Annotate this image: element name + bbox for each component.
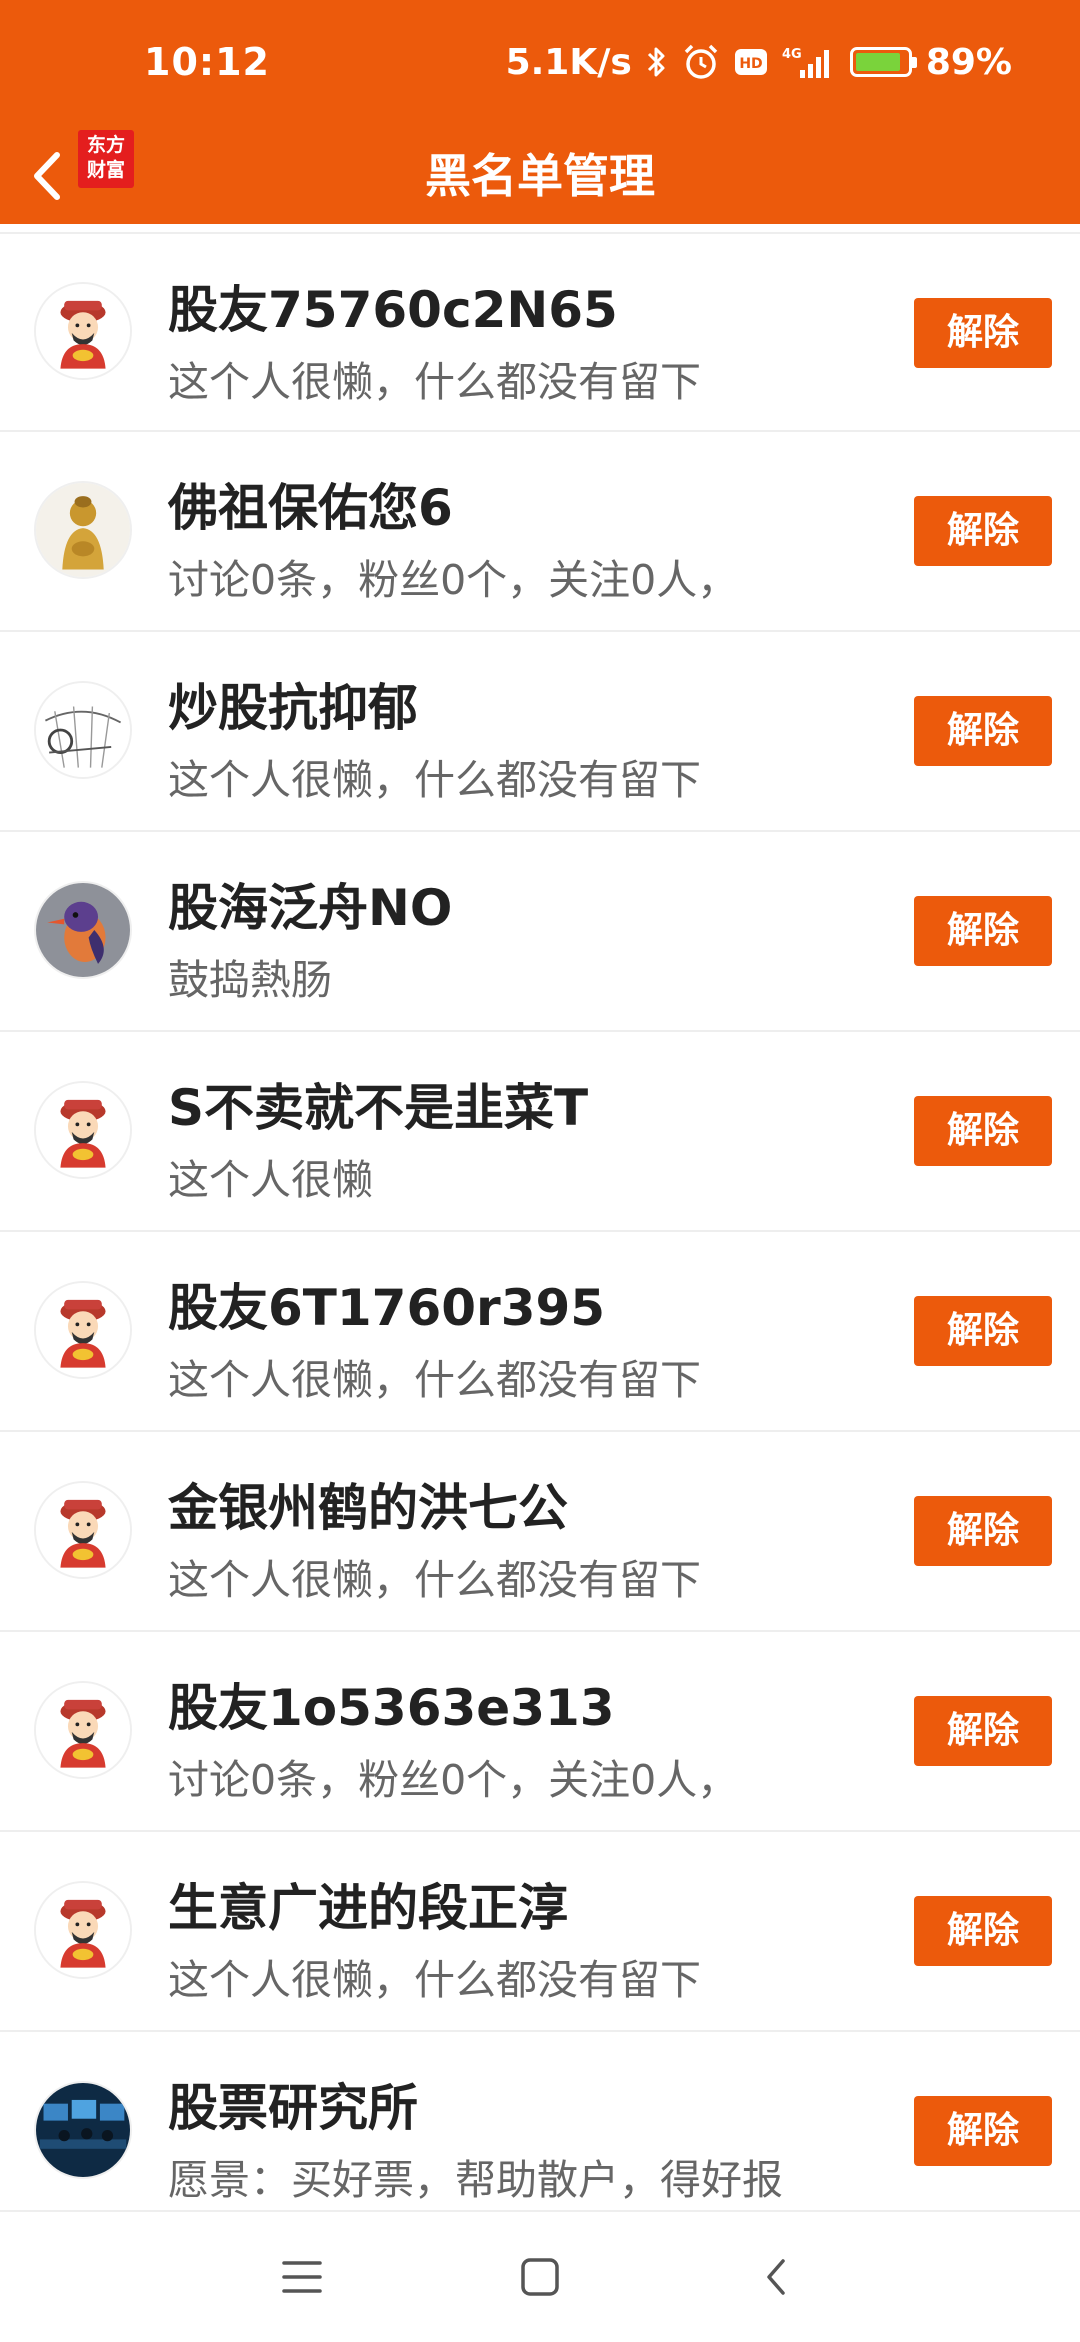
home-button[interactable] (480, 2212, 600, 2342)
user-description: 这个人很懒，什么都没有留下 (168, 1556, 701, 1604)
user-name: 股友6T1760r395 (168, 1279, 606, 1337)
battery-icon (849, 47, 917, 77)
user-name: 炒股抗抑郁 (168, 679, 418, 737)
list-item[interactable]: S不卖就不是韭菜T 这个人很懒 解除 (0, 1032, 1080, 1232)
unblock-button[interactable]: 解除 (914, 1096, 1052, 1166)
list-item[interactable]: 股票研究所愿景：买好票，帮助散户，得好报 解除 (0, 2032, 1080, 2232)
caishen-avatar[interactable] (34, 1681, 132, 1779)
unblock-button[interactable]: 解除 (914, 496, 1052, 566)
list-item[interactable]: 生意广进的段正淳这个人很懒，什么都没有留下 解除 (0, 1832, 1080, 2032)
caishen-avatar[interactable] (34, 282, 132, 380)
user-description: 鼓捣熱肠 (168, 956, 332, 1004)
unblock-button[interactable]: 解除 (914, 1296, 1052, 1366)
unblock-button[interactable]: 解除 (914, 298, 1052, 368)
logo-line-1: 东方 (86, 134, 125, 156)
battery-percent: 89% (925, 41, 1012, 83)
menu-button[interactable] (242, 2212, 362, 2342)
user-description: 这个人很懒 (168, 1156, 373, 1204)
user-name: 股票研究所 (168, 2079, 418, 2137)
hd-icon: HD (734, 47, 768, 77)
page-title: 黑名单管理 (425, 149, 655, 203)
buddha-avatar[interactable] (34, 481, 132, 579)
svg-text:HD: HD (739, 56, 762, 72)
list-item[interactable]: 金银州鹤的洪七公这个人很懒，什么都没有留下 解除 (0, 1432, 1080, 1632)
user-description: 愿景：买好票，帮助散户，得好报 (168, 2156, 783, 2204)
caishen-avatar[interactable] (34, 1081, 132, 1179)
user-description: 这个人很懒，什么都没有留下 (168, 358, 701, 406)
unblock-button[interactable]: 解除 (914, 896, 1052, 966)
sketch-avatar[interactable] (34, 681, 132, 779)
user-name: 股友75760c2N65 (168, 281, 618, 339)
user-description: 这个人很懒，什么都没有留下 (168, 1356, 701, 1404)
system-back-button[interactable] (716, 2212, 836, 2342)
user-name: S不卖就不是韭菜T (168, 1079, 589, 1137)
status-icons: 5.1K/s HD 4G 89% (506, 38, 1012, 86)
user-description: 讨论0条，粉丝0个，关注0人， (168, 1756, 739, 1804)
user-name: 金银州鹤的洪七公 (168, 1479, 568, 1537)
user-name: 生意广进的段正淳 (168, 1879, 568, 1937)
blocked-user-list: 股友75760c2N65 这个人很懒，什么都没有留下 解除 佛祖保佑您6 讨论0条，粉丝… (0, 232, 1080, 2232)
bird-avatar[interactable] (34, 881, 132, 979)
unblock-button[interactable]: 解除 (914, 1496, 1052, 1566)
battery-level (855, 53, 901, 71)
nav-bar: 黑名单管理 (0, 128, 1080, 224)
user-description: 讨论0条，粉丝0个，关注0人， (168, 556, 739, 604)
unblock-button[interactable]: 解除 (914, 696, 1052, 766)
status-bar: 10:12 5.1K/s HD 4G 89% (0, 0, 1080, 128)
list-item[interactable]: 炒股抗抑郁这个人很懒，什么都没有留下 解除 (0, 632, 1080, 832)
list-item[interactable]: 股友1o5363e313 讨论0条，粉丝0个，关注0人， 解除 (0, 1632, 1080, 1832)
list-item[interactable]: 股海泛舟NO 鼓捣熱肠 解除 (0, 832, 1080, 1032)
user-description: 这个人很懒，什么都没有留下 (168, 1956, 701, 2004)
logo-line-2: 财富 (86, 159, 125, 181)
home-icon (521, 2258, 559, 2296)
list-item[interactable]: 股友75760c2N65 这个人很懒，什么都没有留下 解除 (0, 232, 1080, 432)
network-speed: 5.1K/s (505, 41, 632, 83)
unblock-button[interactable]: 解除 (914, 2096, 1052, 2166)
user-name: 股海泛舟NO (168, 879, 453, 937)
app-logo: 东方 财富 (78, 130, 134, 188)
caishen-avatar[interactable] (34, 1881, 132, 1979)
user-description: 这个人很懒，什么都没有留下 (168, 756, 701, 804)
caishen-avatar[interactable] (34, 1481, 132, 1579)
menu-icon (282, 2261, 322, 2293)
status-time: 10:12 (144, 40, 270, 84)
caishen-avatar[interactable] (34, 1281, 132, 1379)
svg-text:4G: 4G (782, 47, 802, 62)
back-icon (767, 2259, 785, 2295)
system-nav-bar (0, 2210, 1080, 2340)
user-name: 股友1o5363e313 (168, 1679, 615, 1737)
alarm-icon (682, 43, 720, 81)
unblock-button[interactable]: 解除 (914, 1696, 1052, 1766)
list-item[interactable]: 股友6T1760r395 这个人很懒，什么都没有留下 解除 (0, 1232, 1080, 1432)
unblock-button[interactable]: 解除 (914, 1896, 1052, 1966)
list-item[interactable]: 佛祖保佑您6 讨论0条，粉丝0个，关注0人， 解除 (0, 432, 1080, 632)
4g-signal-icon: 4G (782, 44, 836, 80)
trading-room-avatar[interactable] (34, 2081, 132, 2179)
bluetooth-icon (646, 44, 668, 80)
user-name: 佛祖保佑您6 (168, 479, 453, 537)
